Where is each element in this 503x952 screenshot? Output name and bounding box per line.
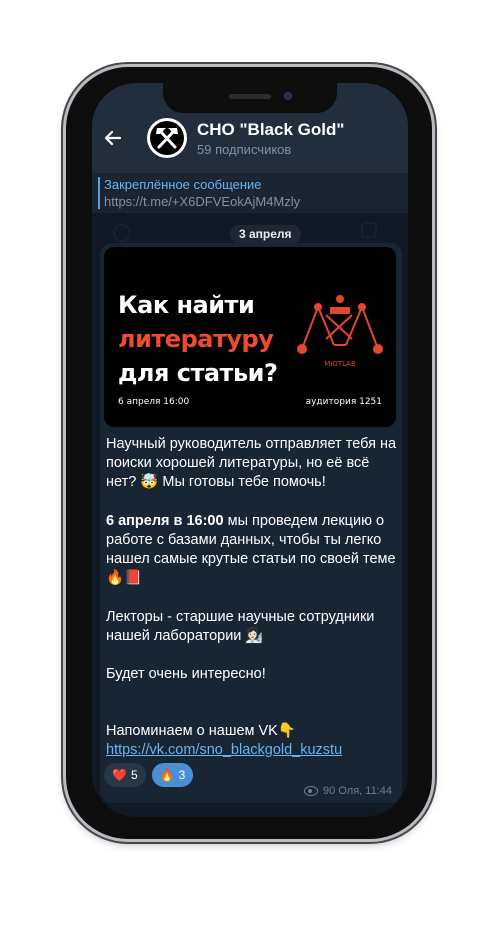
banner-date: 6 апреля 16:00 xyxy=(118,397,190,407)
miotlab-logo-icon: MIOTLAB xyxy=(297,295,383,368)
pinned-indicator xyxy=(98,177,100,209)
speaker-grille xyxy=(229,94,271,99)
crossed-hammers-icon xyxy=(150,121,184,155)
eye-icon xyxy=(303,786,318,797)
message-paragraph-3: Лекторы - старшие научные сотрудники наш… xyxy=(106,609,375,644)
author-time: Оля, 11:44 xyxy=(338,785,392,797)
pinned-title: Закреплённое сообщение xyxy=(104,177,262,192)
subscriber-count: 59 подписчиков xyxy=(197,142,292,157)
pinned-message-bar[interactable]: Закреплённое сообщение https://t.me/+X6D… xyxy=(92,173,408,213)
message-paragraph-1: Научный руководитель отправляет тебя на … xyxy=(106,436,397,490)
date-separator: 3 апреля xyxy=(230,225,301,243)
banner-line-1: Как найти xyxy=(118,291,255,319)
reaction-heart[interactable]: ❤️ 5 xyxy=(104,763,146,787)
pinned-text: https://t.me/+X6DFVEokAjM4Mzly xyxy=(104,194,301,209)
message-bubble[interactable]: Как найти литературу для статьи? 6 апрел… xyxy=(100,243,402,803)
reaction-count: 3 xyxy=(178,768,186,782)
channel-title[interactable]: СНО "Black Gold" xyxy=(197,120,344,140)
logo-text: MIOTLAB xyxy=(324,360,356,368)
banner-line-2: литературу xyxy=(118,325,274,353)
front-camera xyxy=(284,92,292,100)
back-button[interactable] xyxy=(102,127,124,149)
channel-avatar[interactable] xyxy=(147,118,187,158)
message-paragraph-5: Напоминаем о нашем VK👇 xyxy=(106,723,296,739)
message-paragraph-2: 6 апреля в 16:00 мы проведем лекцию о ра… xyxy=(106,512,398,588)
banner-line-3: для статьи? xyxy=(118,359,278,387)
heart-icon: ❤️ xyxy=(112,768,127,782)
message-image[interactable]: Как найти литературу для статьи? 6 апрел… xyxy=(104,247,396,427)
phone-screen: СНО "Black Gold" 59 подписчиков Закреплё… xyxy=(92,83,408,817)
message-meta: 90 Оля, 11:44 xyxy=(303,785,392,797)
power-button xyxy=(432,246,436,326)
vk-link[interactable]: https://vk.com/sno_blackgold_kuzstu xyxy=(106,741,398,760)
reactions-row: ❤️ 5 🔥 3 xyxy=(104,763,194,787)
arrow-left-icon xyxy=(104,130,122,146)
view-count: 90 xyxy=(323,785,336,797)
reaction-fire[interactable]: 🔥 3 xyxy=(151,763,194,787)
fire-icon: 🔥 xyxy=(159,768,175,782)
message-paragraph-4: Будет очень интересно! xyxy=(106,666,266,682)
event-time: 6 апреля в 16:00 xyxy=(106,513,224,529)
reaction-count: 5 xyxy=(130,768,138,782)
banner-room: аудитория 1251 xyxy=(305,397,382,407)
